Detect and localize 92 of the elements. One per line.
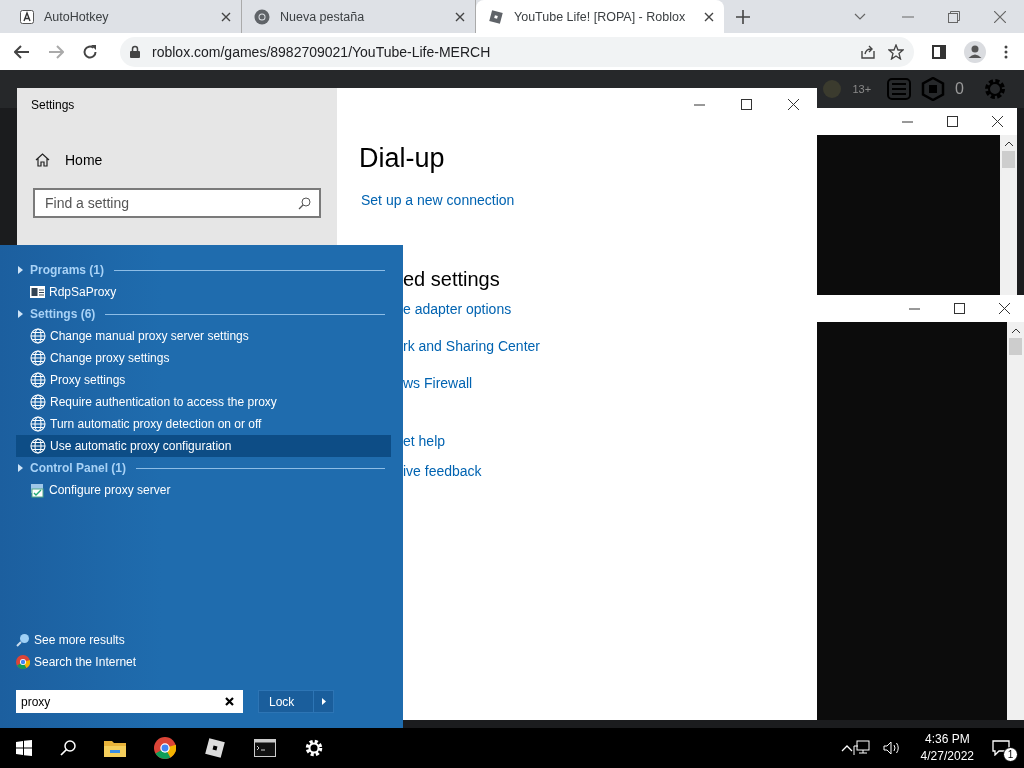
section-heading: ed settings [403,268,501,291]
close-icon[interactable] [992,116,1003,127]
search-result[interactable]: RdpSaProxy [16,281,391,303]
clock-time[interactable]: 4:36 PM [924,731,970,748]
search-icon [298,197,311,210]
search-field[interactable]: Find a setting [33,188,321,218]
notification-badge: 1 [1003,747,1018,762]
search-icon[interactable] [60,740,76,756]
scrollbar[interactable] [1007,322,1024,720]
scroll-thumb[interactable] [1009,338,1022,355]
close-icon[interactable] [999,303,1010,314]
scrollbar[interactable] [1000,135,1017,295]
search-internet-link[interactable]: Search the Internet [16,651,137,673]
close-icon[interactable] [221,11,231,22]
side-panel-icon[interactable] [932,44,946,59]
restore-icon[interactable] [948,10,960,23]
address-field[interactable]: roblox.com/games/8982709021/YouTube-Life-MERCH [120,36,914,67]
globe-icon [30,416,46,432]
close-icon[interactable] [455,11,465,22]
scroll-thumb[interactable] [1002,151,1015,168]
window-icon [30,286,45,298]
browser-tab[interactable]: YouTube Life! [ROPA] - Roblox [476,0,724,33]
back-icon[interactable] [14,44,30,59]
maximize-icon[interactable] [947,116,958,127]
page-heading: Dial-up [359,143,446,174]
chevron-up-icon[interactable] [840,744,853,752]
globe-icon [30,438,46,454]
globe-icon [30,350,46,366]
chrome-icon[interactable] [154,737,176,759]
minimize-icon[interactable] [902,120,913,123]
link[interactable]: e adapter options [403,301,512,317]
close-icon[interactable] [704,11,714,22]
search-result[interactable]: Proxy settings [16,369,391,391]
scroll-up-icon[interactable] [1010,328,1021,334]
see-more-link[interactable]: See more results [16,629,125,651]
chevron-down-icon[interactable] [854,12,866,21]
link[interactable]: ive feedback [403,463,482,479]
favicon-icon [20,9,34,24]
link[interactable]: rk and Sharing Center [403,338,540,354]
star-icon[interactable] [888,43,904,60]
profile-icon[interactable] [964,40,986,63]
group-heading[interactable]: Control Panel (1) [30,461,126,475]
windows-logo-icon[interactable] [16,740,32,756]
home-nav-item[interactable]: Home [35,152,321,168]
chrome-icon [16,655,30,669]
search-result[interactable]: Change proxy settings [16,347,391,369]
search-result[interactable]: Turn automatic proxy detection on or off [16,413,391,435]
control-panel-icon [30,482,45,498]
search-result[interactable]: Configure proxy server [16,479,391,501]
lock-icon [130,45,140,58]
group-heading[interactable]: Settings (6) [30,307,96,321]
maximize-icon[interactable] [954,303,965,314]
currency-count: 0 [955,80,964,98]
link[interactable]: ws Firewall [403,375,473,391]
search-result[interactable]: Require authentication to access the proxy [16,391,391,413]
globe-icon [30,328,46,344]
window-title: Settings [31,98,76,112]
network-icon[interactable] [852,740,871,756]
share-icon[interactable] [860,43,876,60]
lock-button[interactable]: Lock [258,690,314,713]
expand-icon[interactable] [18,464,23,472]
minimize-icon[interactable] [694,103,705,106]
clock-date[interactable]: 4/27/2022 [920,748,974,765]
clear-icon[interactable] [225,697,234,706]
volume-icon[interactable] [882,741,901,755]
reload-icon[interactable] [82,43,98,60]
minimize-icon[interactable] [909,307,920,310]
group-heading[interactable]: Programs (1) [30,263,105,277]
notification-icon[interactable] [992,740,1010,756]
expand-icon[interactable] [18,266,23,274]
more-icon[interactable] [1004,44,1008,59]
new-tab-icon[interactable] [736,9,750,24]
search-icon [16,633,30,647]
link[interactable]: Set up a new connection [361,192,515,208]
caret-icon [321,698,326,705]
home-icon [35,153,50,167]
power-options-button[interactable] [314,690,334,713]
search-result[interactable]: Change manual proxy server settings [16,325,391,347]
search-result[interactable]: Use automatic proxy configuration [16,435,391,457]
maximize-icon[interactable] [741,99,752,110]
settings-icon[interactable] [304,738,324,758]
search-field[interactable]: proxy [16,690,243,713]
link[interactable]: et help [403,433,446,449]
globe-icon [30,394,46,410]
close-icon[interactable] [788,99,799,110]
terminal-icon[interactable] [254,739,276,757]
scroll-up-icon[interactable] [1003,141,1014,147]
folder-icon[interactable] [104,739,126,757]
age-rating-label: 13+ [852,83,872,95]
expand-icon[interactable] [18,310,23,318]
globe-icon [30,372,46,388]
chrome-icon [254,8,270,25]
